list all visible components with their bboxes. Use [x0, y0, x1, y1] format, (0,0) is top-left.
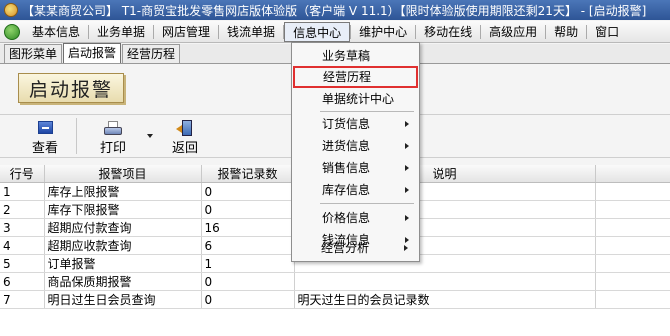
dropdown-item-label: 进货信息 [322, 139, 371, 153]
table-row[interactable]: 7 明日过生日会员查询 0 明天过生日的会员记录数 [0, 290, 670, 309]
row-number: 6 [0, 272, 45, 291]
page-caption: 启动报警 [18, 73, 124, 103]
back-label: 返回 [171, 141, 198, 156]
description [294, 272, 596, 291]
tab-graphic-menu[interactable]: 图形菜单 [4, 44, 63, 63]
row-number: 1 [0, 182, 45, 201]
tab-startup-alert[interactable]: 启动报警 [63, 43, 122, 63]
submenu-arrow-icon [405, 215, 409, 221]
dropdown-item-label: 经营分析 [321, 241, 370, 255]
row-number: 2 [0, 200, 45, 219]
back-button[interactable]: 返回 [160, 118, 210, 156]
alert-item: 库存上限报警 [44, 182, 202, 201]
column-header-row-number[interactable]: 行号 [0, 165, 45, 183]
menu-shop-management[interactable]: 网店管理 [154, 22, 218, 42]
dropdown-item-order-info[interactable]: 订货信息 [292, 113, 419, 135]
info-center-dropdown: 业务草稿 经营历程 单据统计中心 订货信息 进货信息 销售信息 库存信息 价格信… [291, 42, 420, 262]
menu-info-center[interactable]: 信息中心 [284, 21, 351, 42]
menu-help[interactable]: 帮助 [546, 22, 586, 42]
submenu-arrow-icon [405, 187, 409, 193]
title-bar: 【某某商贸公司】 T1-商贸宝批发零售网店版体验版（客户端 V 11.1）【限时… [0, 0, 670, 20]
filler-cell [595, 254, 670, 273]
filler-cell [595, 200, 670, 219]
dropdown-item-business-analysis[interactable]: 经营分析 [291, 237, 418, 259]
menu-window[interactable]: 窗口 [587, 22, 627, 42]
print-button[interactable]: 打印 [90, 118, 136, 156]
tab-business-history[interactable]: 经营历程 [122, 44, 181, 63]
submenu-arrow-icon [405, 165, 409, 171]
column-header-filler [595, 165, 670, 183]
alert-item: 订单报警 [44, 254, 202, 273]
menu-bar: 基本信息 业务单据 网店管理 钱流单据 信息中心 维护中心 移动在线 高级应用 … [0, 21, 670, 43]
dropdown-item-purchase-info[interactable]: 进货信息 [292, 135, 419, 157]
alert-item: 商品保质期报警 [44, 272, 202, 291]
menu-mobile-online[interactable]: 移动在线 [416, 22, 480, 42]
menu-maintenance-center[interactable]: 维护中心 [351, 22, 415, 42]
app-icon [4, 3, 18, 17]
window-title: 【某某商贸公司】 T1-商贸宝批发零售网店版体验版（客户端 V 11.1）【限时… [22, 3, 647, 18]
row-number: 7 [0, 290, 45, 309]
record-count: 0 [201, 200, 295, 219]
submenu-arrow-icon [404, 245, 408, 251]
dropdown-item-doc-stats-center[interactable]: 单据统计中心 [292, 88, 419, 110]
alert-item: 库存下限报警 [44, 200, 202, 219]
record-count: 16 [201, 218, 295, 237]
app-menu-icon[interactable] [4, 23, 20, 40]
menu-advanced[interactable]: 高级应用 [481, 22, 545, 42]
filler-cell [595, 272, 670, 291]
description: 明天过生日的会员记录数 [294, 290, 596, 309]
dropdown-item-label: 价格信息 [322, 211, 371, 225]
print-label: 打印 [99, 141, 126, 156]
record-count: 1 [201, 254, 295, 273]
table-row[interactable]: 6 商品保质期报警 0 [0, 272, 670, 291]
dropdown-separator [320, 111, 414, 112]
dropdown-item-label: 单据统计中心 [322, 92, 395, 106]
toolbar-separator [76, 118, 77, 154]
record-count: 6 [201, 236, 295, 255]
dropdown-item-label: 业务草稿 [322, 49, 371, 63]
column-header-record-count[interactable]: 报警记录数 [201, 165, 295, 183]
record-count: 0 [201, 290, 295, 309]
row-number: 4 [0, 236, 45, 255]
record-count: 0 [201, 272, 295, 291]
dropdown-item-label: 订货信息 [322, 117, 371, 131]
dropdown-item-stock-info[interactable]: 库存信息 [292, 179, 419, 201]
submenu-arrow-icon [405, 121, 409, 127]
row-number: 5 [0, 254, 45, 273]
filler-cell [595, 182, 670, 201]
view-button[interactable]: 查看 [20, 118, 70, 156]
dropdown-item-label: 销售信息 [322, 161, 371, 175]
print-dropdown-arrow-icon[interactable] [147, 134, 153, 138]
column-header-alert-item[interactable]: 报警项目 [44, 165, 202, 183]
submenu-arrow-icon [405, 143, 409, 149]
dropdown-item-label: 库存信息 [322, 183, 371, 197]
menu-basic-info[interactable]: 基本信息 [24, 22, 88, 42]
menu-cashflow-docs[interactable]: 钱流单据 [219, 22, 283, 42]
exit-door-icon [176, 120, 194, 136]
page-title: 启动报警 [28, 78, 113, 101]
record-count: 0 [201, 182, 295, 201]
filler-cell [595, 236, 670, 255]
dropdown-separator [320, 203, 414, 204]
dropdown-item-label: 经营历程 [323, 70, 372, 84]
alert-item: 明日过生日会员查询 [44, 290, 202, 309]
menu-business-docs[interactable]: 业务单据 [89, 22, 153, 42]
dropdown-item-price-info[interactable]: 价格信息 [292, 207, 419, 229]
row-number: 3 [0, 218, 45, 237]
view-icon [37, 121, 53, 134]
alert-item: 超期应付款查询 [44, 218, 202, 237]
printer-icon [104, 121, 122, 135]
filler-cell [595, 218, 670, 237]
view-label: 查看 [31, 141, 58, 156]
dropdown-item-business-draft[interactable]: 业务草稿 [292, 45, 419, 67]
dropdown-item-sales-info[interactable]: 销售信息 [292, 157, 419, 179]
filler-cell [595, 290, 670, 309]
alert-item: 超期应收款查询 [44, 236, 202, 255]
dropdown-item-business-history[interactable]: 经营历程 [293, 66, 418, 88]
